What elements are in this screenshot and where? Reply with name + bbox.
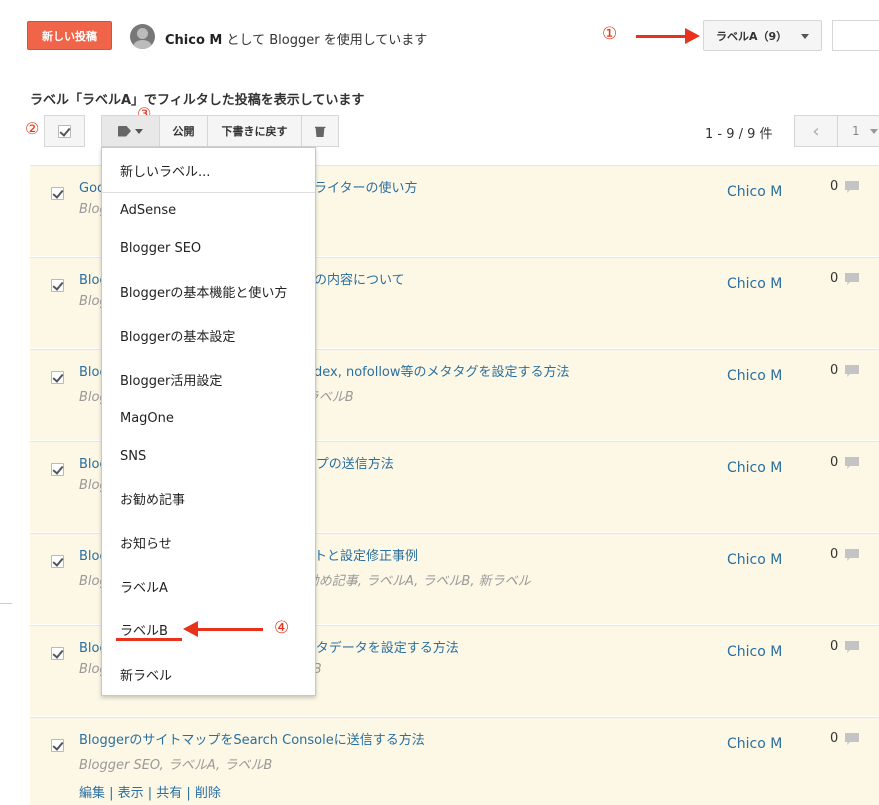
label-menu-item[interactable]: Bloggerの基本機能と使い方 [120, 282, 287, 301]
label-menu-item[interactable]: ラベルA [120, 577, 168, 596]
comment-count: 0 [830, 639, 839, 654]
label-menu-item[interactable]: お勧め記事 [120, 489, 185, 508]
post-checkbox[interactable] [51, 463, 64, 476]
comment-count: 0 [830, 179, 839, 194]
checkbox-icon [58, 124, 71, 138]
comment-count: 0 [830, 731, 839, 746]
post-author[interactable]: Chico M [727, 552, 782, 568]
delete-button[interactable] [301, 115, 339, 147]
publish-button[interactable]: 公開 [159, 115, 208, 147]
post-title-end: タデータを設定する方法 [315, 641, 459, 656]
annotation-arrow-1 [636, 35, 688, 38]
post-author[interactable]: Chico M [727, 736, 782, 752]
post-author[interactable]: Chico M [727, 184, 782, 200]
post-checkbox[interactable] [51, 555, 64, 568]
post-checkbox[interactable] [51, 739, 64, 752]
post-author[interactable]: Chico M [727, 644, 782, 660]
chevron-down-icon [801, 34, 809, 39]
chevron-down-icon [869, 128, 878, 134]
comment-count: 0 [830, 271, 839, 286]
post-checkbox[interactable] [51, 187, 64, 200]
divider [0, 603, 12, 604]
filter-heading: ラベル「ラベルA」でフィルタした投稿を表示しています [30, 93, 365, 108]
comment-icon [845, 365, 859, 377]
post-title-end: Search Consoleに送信する方法 [233, 733, 425, 748]
chevron-left-icon: ‹ [812, 120, 820, 142]
new-post-button[interactable]: 新しい投稿 [27, 21, 112, 50]
comment-icon [845, 273, 859, 285]
annotation-arrow-4 [196, 628, 263, 631]
page-select[interactable]: 1 [837, 115, 879, 147]
comment-count: 0 [830, 455, 839, 470]
post-author[interactable]: Chico M [727, 276, 782, 292]
annotation-2: ② [25, 119, 40, 138]
post-title-end: プの送信方法 [315, 457, 394, 472]
trash-icon [314, 126, 326, 137]
comment-icon [845, 549, 859, 561]
label-menu-item-label-b[interactable]: ラベルB [120, 620, 168, 639]
label-menu-item[interactable]: 新ラベル [120, 665, 172, 684]
avatar[interactable] [130, 24, 155, 49]
annotation-underline [116, 638, 182, 641]
revert-to-draft-button[interactable]: 下書きに戻す [207, 115, 302, 147]
post-title-end: トと設定修正事例 [314, 549, 419, 564]
post-title-end: dex, nofollow等のメタタグを設定する方法 [314, 365, 570, 380]
comment-icon [845, 733, 859, 745]
label-menu-item[interactable]: Blogger SEO [120, 241, 201, 256]
comment-count: 0 [830, 363, 839, 378]
annotation-1: ① [602, 24, 618, 44]
top-bar: 新しい投稿 Chico M として Blogger を使用しています ① ラベル… [0, 0, 879, 70]
post-labels-start: Blogger SEO, ラベルA, [79, 758, 225, 773]
new-label-menu-item[interactable]: 新しいラベル... [120, 161, 210, 180]
comment-icon [845, 641, 859, 653]
post-title-end: ライターの使い方 [313, 181, 418, 196]
label-menu-item[interactable]: MagOne [120, 411, 174, 426]
post-checkbox[interactable] [51, 371, 64, 384]
chevron-down-icon [135, 128, 143, 134]
comment-count: 0 [830, 547, 839, 562]
post-actions[interactable]: 編集 | 表示 | 共有 | 削除 [79, 782, 221, 801]
post-checkbox[interactable] [51, 279, 64, 292]
page-number: 1 [852, 124, 860, 138]
label-menu-item[interactable]: Bloggerの基本設定 [120, 326, 235, 345]
annotation-arrow-1-head [685, 28, 700, 44]
using-suffix: として Blogger を使用しています [222, 33, 428, 48]
previous-page-button[interactable]: ‹ [794, 115, 838, 147]
post-title-start: Bloggerのサイトマップを [79, 733, 234, 748]
post-row[interactable]: BloggerのサイトマップをSearch Consoleに送信する方法 Blo… [30, 717, 879, 805]
menu-divider [102, 192, 315, 193]
search-input[interactable] [832, 20, 879, 51]
post-count: 1 - 9 / 9 件 [705, 127, 773, 142]
label-menu-item[interactable]: お知らせ [120, 533, 172, 552]
post-labels-end: ラベルB [224, 758, 273, 773]
user-name: Chico M [165, 33, 223, 48]
post-author[interactable]: Chico M [727, 460, 782, 476]
post-title-end: の内容について [314, 273, 405, 288]
label-menu-button[interactable] [101, 115, 160, 147]
post-title[interactable]: BloggerのサイトマップをSearch Consoleに送信する方法 [79, 729, 425, 748]
label-menu-item[interactable]: AdSense [120, 203, 176, 218]
post-labels: Blogger SEO, ラベルA, ラベルB [79, 754, 272, 773]
label-menu-item[interactable]: SNS [120, 449, 146, 464]
comment-icon [845, 457, 859, 469]
user-status-text: Chico M として Blogger を使用しています [165, 29, 427, 48]
label-menu-item[interactable]: Blogger活用設定 [120, 370, 222, 389]
post-labels-end: 勧め記事, ラベルA, ラベルB, 新ラベル [305, 574, 531, 589]
select-all-checkbox[interactable] [44, 115, 85, 147]
annotation-4: ④ [274, 618, 290, 638]
comment-icon [845, 181, 859, 193]
label-filter-value: ラベルA（9） [716, 29, 788, 43]
label-filter-select[interactable]: ラベルA（9） [703, 20, 822, 51]
label-dropdown-menu: 新しいラベル... AdSense Blogger SEO Bloggerの基本… [101, 147, 316, 696]
post-author[interactable]: Chico M [727, 368, 782, 384]
tag-icon [118, 125, 131, 137]
post-checkbox[interactable] [51, 647, 64, 660]
